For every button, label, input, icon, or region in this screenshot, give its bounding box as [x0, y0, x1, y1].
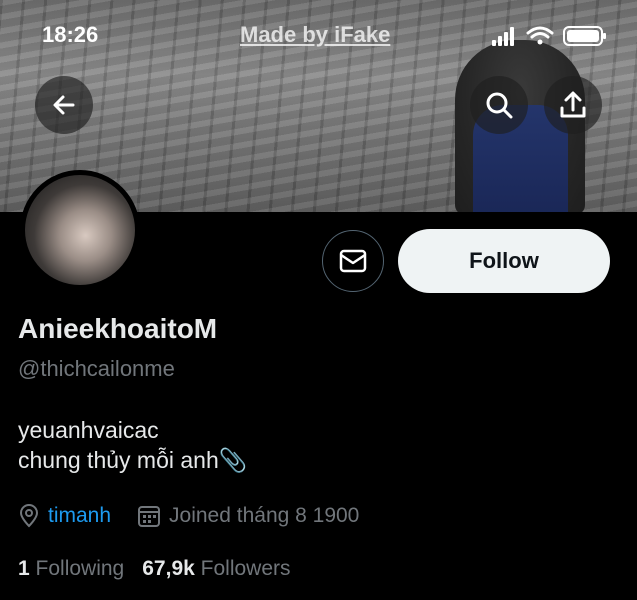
display-name: AnieekhoaitoM — [18, 313, 218, 344]
joined-date: Joined tháng 8 1900 — [169, 504, 360, 527]
system-status-icons — [492, 26, 606, 46]
profile-bio: yeuanhvaicac chung thủy mỗi anh📎 — [18, 415, 247, 475]
profile-meta: timanh Joined tháng 8 1900 — [18, 502, 359, 530]
followers-link[interactable]: 67,9k Followers — [142, 557, 290, 581]
following-count: 1 — [18, 557, 30, 580]
share-button[interactable] — [544, 76, 602, 134]
user-handle: @thichcailonme — [18, 356, 175, 381]
signal-icon — [492, 27, 514, 46]
wifi-icon — [526, 26, 554, 45]
search-button[interactable] — [470, 76, 528, 134]
location-link[interactable]: timanh — [48, 504, 111, 528]
status-time: 18:26 — [42, 22, 99, 47]
battery-icon — [563, 26, 606, 46]
share-icon — [560, 91, 586, 118]
back-button[interactable] — [35, 76, 93, 134]
status-bar: 18:26 Made by iFake — [0, 20, 637, 50]
arrow-left-icon — [53, 95, 75, 115]
following-link[interactable]: 1 Following — [18, 557, 124, 581]
bio-line-1: yeuanhvaicac — [18, 417, 159, 443]
location-pin-icon — [19, 504, 39, 528]
follow-button[interactable]: Follow — [398, 229, 610, 293]
followers-label: Followers — [200, 557, 291, 580]
profile-avatar[interactable] — [20, 170, 140, 290]
mail-icon — [339, 249, 367, 273]
avatar-image — [25, 175, 135, 285]
calendar-icon — [138, 506, 161, 527]
watermark-text: Made by iFake — [240, 22, 391, 47]
search-icon — [486, 92, 513, 119]
followers-count: 67,9k — [142, 557, 195, 580]
following-label: Following — [35, 557, 125, 580]
profile-stats: 1 Following 67,9k Followers — [18, 557, 291, 581]
bio-line-2: chung thủy mỗi anh📎 — [18, 447, 248, 473]
message-button[interactable] — [322, 230, 384, 292]
